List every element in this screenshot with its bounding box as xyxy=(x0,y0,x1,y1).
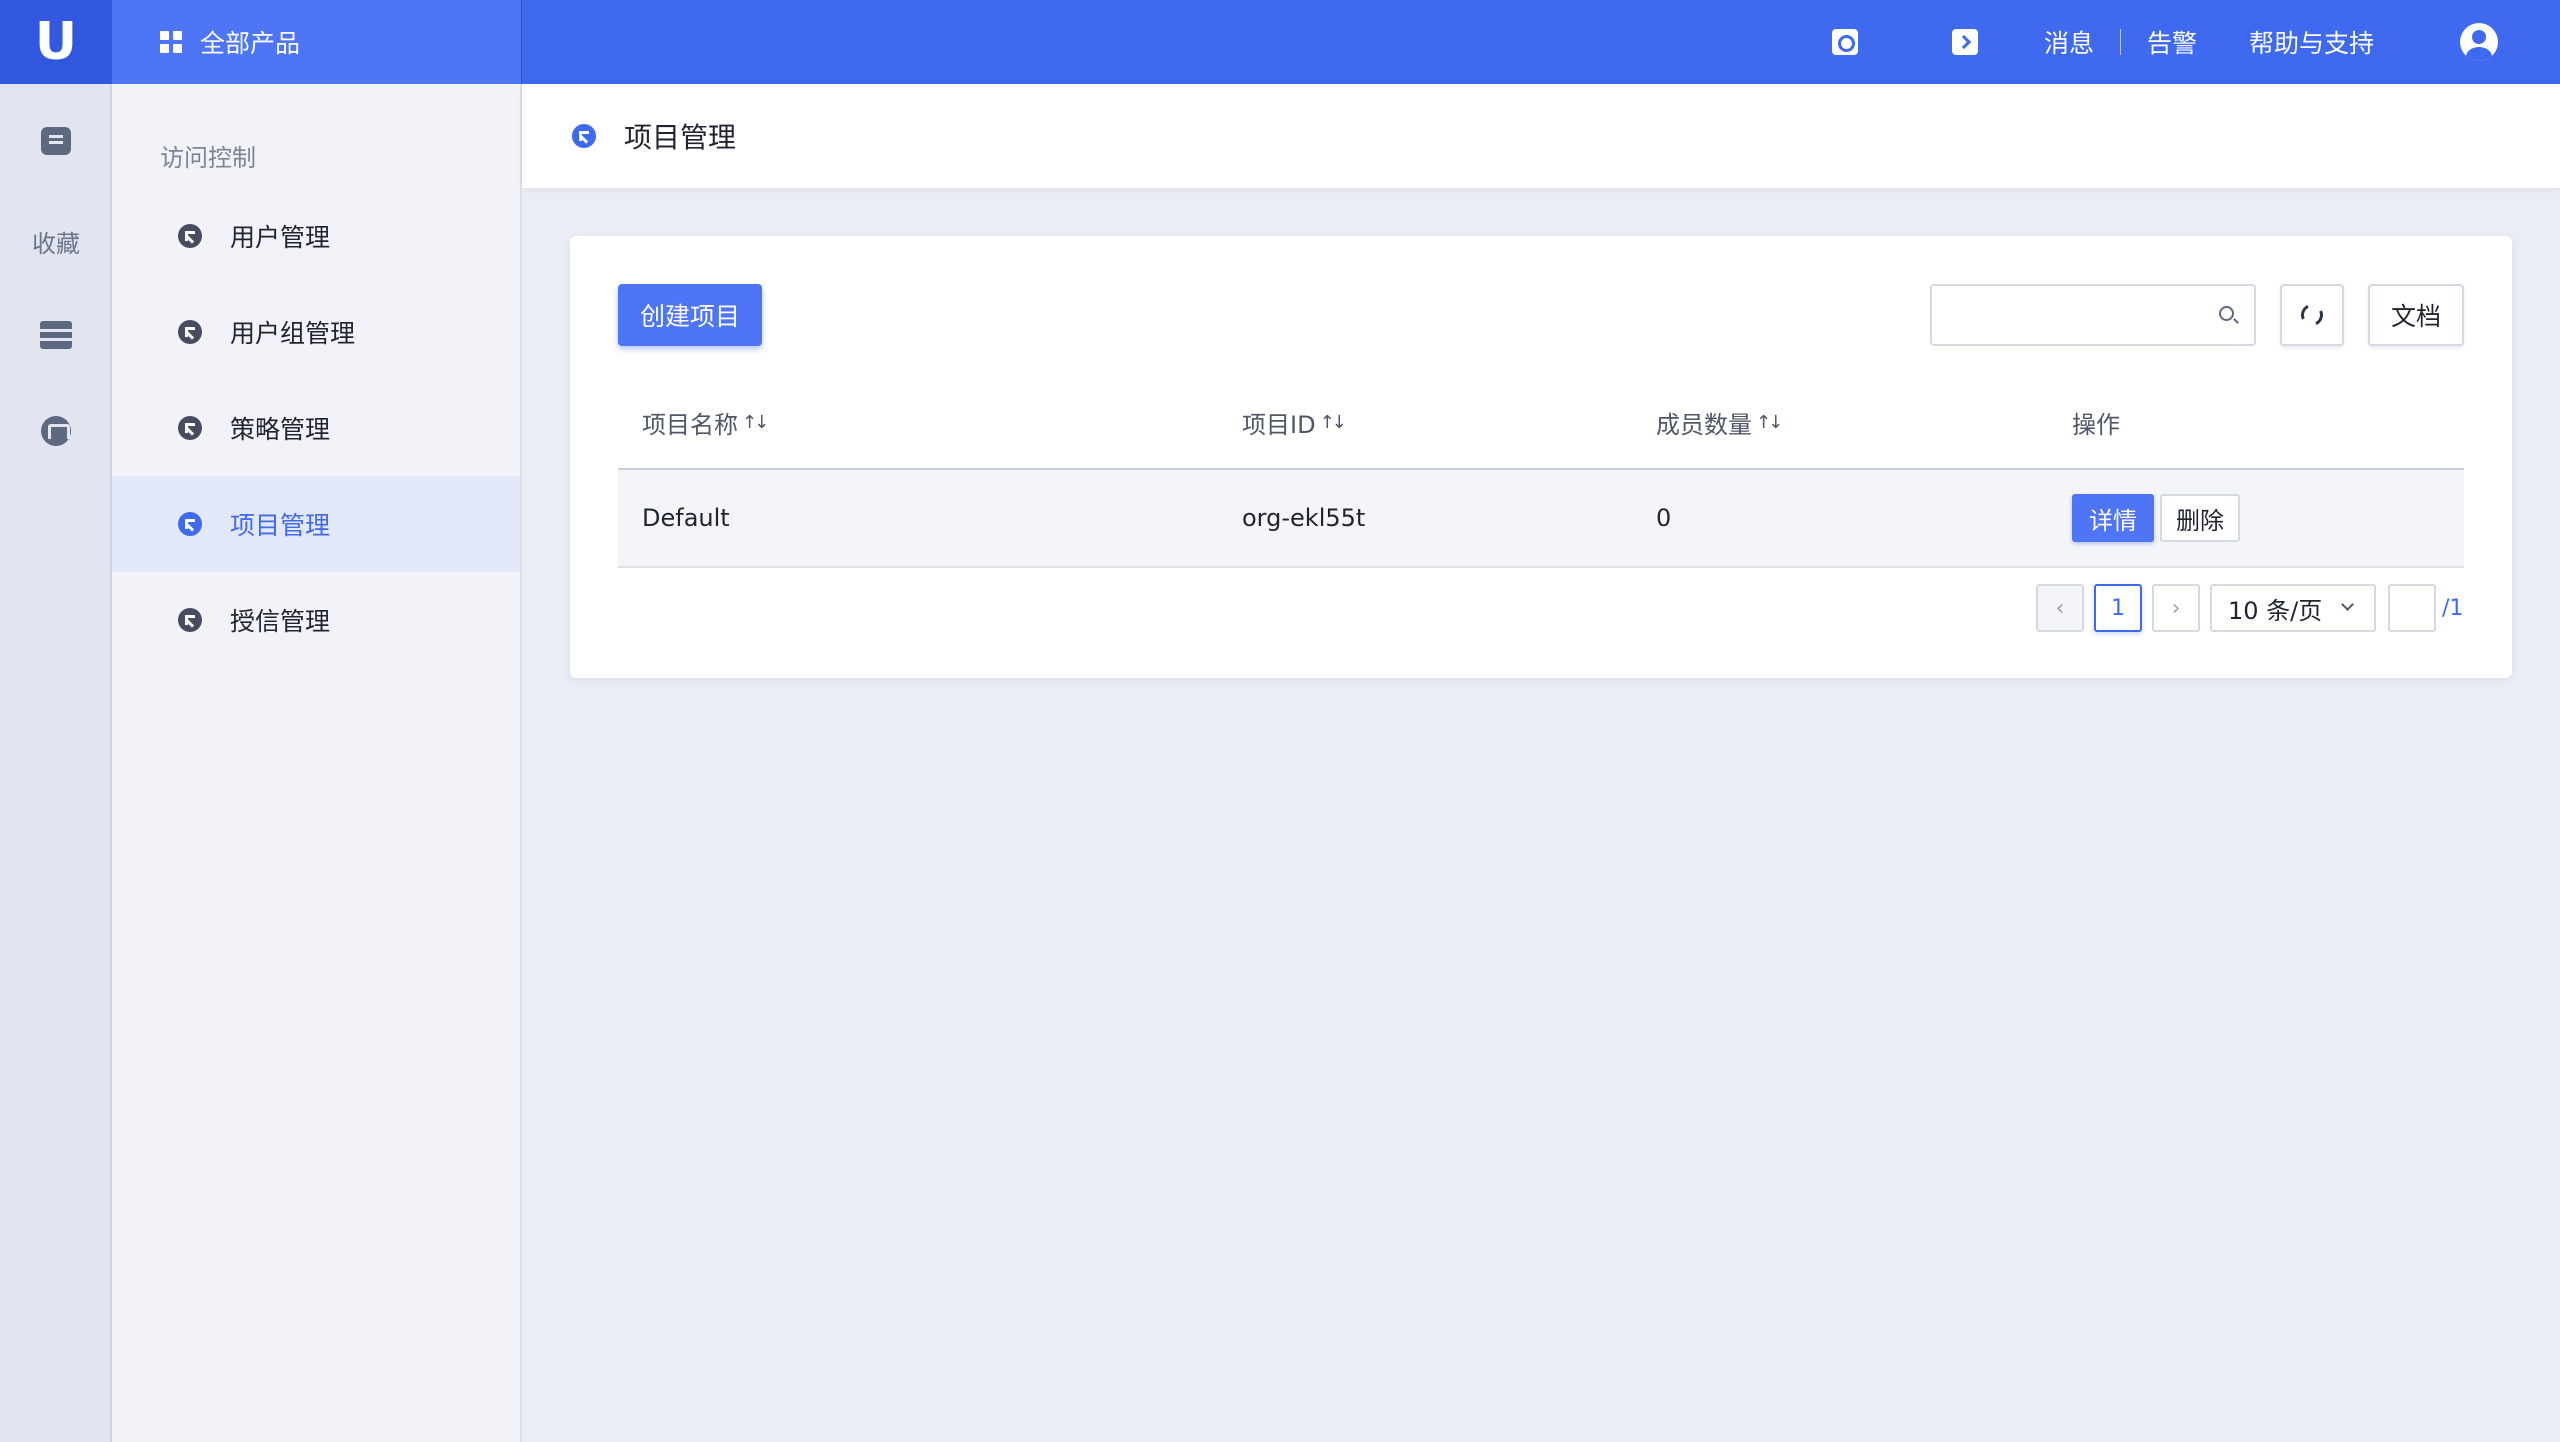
arrow-circle-icon xyxy=(572,124,596,148)
cell-id: org-ekl55t xyxy=(1242,504,1366,532)
page-jump-input[interactable] xyxy=(2390,586,2434,630)
rail-item-network[interactable] xyxy=(0,406,112,456)
menu-item-credit[interactable]: 授信管理 xyxy=(112,572,520,668)
table-header: 项目名称 ↑↓ 项目ID ↑↓ 成员数量 ↑↓ 操作 xyxy=(618,376,2464,470)
server-cloud-icon xyxy=(40,321,72,349)
next-page-button[interactable]: › xyxy=(2152,584,2200,632)
all-products-button[interactable]: 全部产品 xyxy=(112,0,522,84)
menu-item-label: 用户组管理 xyxy=(230,319,356,348)
search-icon[interactable] xyxy=(2219,306,2234,321)
menu-item-label: 授信管理 xyxy=(230,607,331,636)
arrow-circle-icon xyxy=(178,416,202,440)
column-label: 项目ID xyxy=(1242,410,1316,439)
arrow-circle-icon xyxy=(178,512,202,536)
create-project-button[interactable]: 创建项目 xyxy=(618,284,762,346)
sort-icon[interactable]: ↑↓ xyxy=(742,412,769,433)
network-icon xyxy=(41,416,71,446)
logo[interactable]: U xyxy=(0,0,112,84)
page-jump-field[interactable] xyxy=(2388,584,2436,632)
menu-item-projects[interactable]: 项目管理 xyxy=(112,476,520,572)
arrow-circle-icon xyxy=(178,320,202,344)
page-header: 项目管理 xyxy=(522,84,2560,188)
sort-icon[interactable]: ↑↓ xyxy=(1320,412,1347,433)
left-rail: 收藏 xyxy=(0,84,112,1442)
page-size-select[interactable]: 10 条/页 xyxy=(2210,584,2376,632)
menu-item-label: 用户管理 xyxy=(230,223,331,252)
page-number-current[interactable]: 1 xyxy=(2094,584,2142,632)
logo-letter: U xyxy=(34,12,78,72)
column-label: 成员数量 xyxy=(1656,410,1752,439)
pagination: ‹ 1 › 10 条/页 /1 xyxy=(570,584,2512,634)
search-input[interactable] xyxy=(1932,286,2212,342)
menu-item-policies[interactable]: 策略管理 xyxy=(112,380,520,476)
column-header-members[interactable]: 成员数量 ↑↓ xyxy=(1656,376,1783,468)
side-menu: 访问控制 用户管理 用户组管理 策略管理 项目管理 授信管理 xyxy=(112,84,522,1442)
rail-item-servers[interactable] xyxy=(0,310,112,360)
avatar[interactable] xyxy=(2460,23,2498,61)
column-header-id[interactable]: 项目ID ↑↓ xyxy=(1242,376,1347,468)
alerts-link[interactable]: 告警 xyxy=(2147,24,2197,60)
table-row: Default org-ekl55t 0 详情 删除 xyxy=(618,470,2464,568)
column-label: 操作 xyxy=(2072,410,2120,439)
menu-item-users[interactable]: 用户管理 xyxy=(112,188,520,284)
cell-name: Default xyxy=(642,504,730,532)
column-header-actions: 操作 xyxy=(2072,376,2120,468)
rail-item-messages[interactable] xyxy=(0,116,112,166)
help-support-link[interactable]: 帮助与支持 xyxy=(2249,24,2374,60)
chevron-down-icon xyxy=(2341,598,2354,611)
page-title: 项目管理 xyxy=(624,121,737,154)
project-table: 项目名称 ↑↓ 项目ID ↑↓ 成员数量 ↑↓ 操作 Default org-e… xyxy=(618,376,2464,568)
terminal-icon[interactable] xyxy=(1951,29,1978,55)
top-bar: U 全部产品 消息 告警 帮助与支持 xyxy=(0,0,2560,84)
arrow-circle-icon xyxy=(178,224,202,248)
search-field[interactable] xyxy=(1930,284,2256,346)
docs-button[interactable]: 文档 xyxy=(2368,284,2464,346)
project-card: 创建项目 文档 项目名称 ↑↓ 项目ID ↑↓ 成员数量 ↑↓ 操作 Defau… xyxy=(570,236,2512,678)
menu-group-title: 访问控制 xyxy=(160,144,256,172)
column-label: 项目名称 xyxy=(642,410,738,439)
favorites-label: 收藏 xyxy=(32,229,80,258)
refresh-icon xyxy=(2297,300,2327,330)
refresh-button[interactable] xyxy=(2280,284,2344,346)
messages-link[interactable]: 消息 xyxy=(2044,24,2094,60)
arrow-circle-icon xyxy=(178,608,202,632)
message-icon xyxy=(41,127,71,155)
total-pages: /1 xyxy=(2442,595,2464,621)
column-header-name[interactable]: 项目名称 ↑↓ xyxy=(642,376,769,468)
rail-item-favorites[interactable]: 收藏 xyxy=(0,216,112,266)
menu-item-user-groups[interactable]: 用户组管理 xyxy=(112,284,520,380)
cell-members: 0 xyxy=(1656,504,1672,532)
details-button[interactable]: 详情 xyxy=(2072,494,2154,542)
menu-item-label: 项目管理 xyxy=(230,511,331,540)
grid-icon xyxy=(160,31,182,53)
menu-item-label: 策略管理 xyxy=(230,415,331,444)
page-size-label: 10 条/页 xyxy=(2228,596,2323,625)
search-icon[interactable] xyxy=(1831,29,1858,55)
top-actions: 消息 告警 帮助与支持 xyxy=(1831,0,2560,84)
prev-page-button[interactable]: ‹ xyxy=(2036,584,2084,632)
all-products-label: 全部产品 xyxy=(200,29,301,58)
sort-icon[interactable]: ↑↓ xyxy=(1756,412,1783,433)
delete-button[interactable]: 删除 xyxy=(2160,494,2240,542)
divider xyxy=(2119,29,2121,55)
